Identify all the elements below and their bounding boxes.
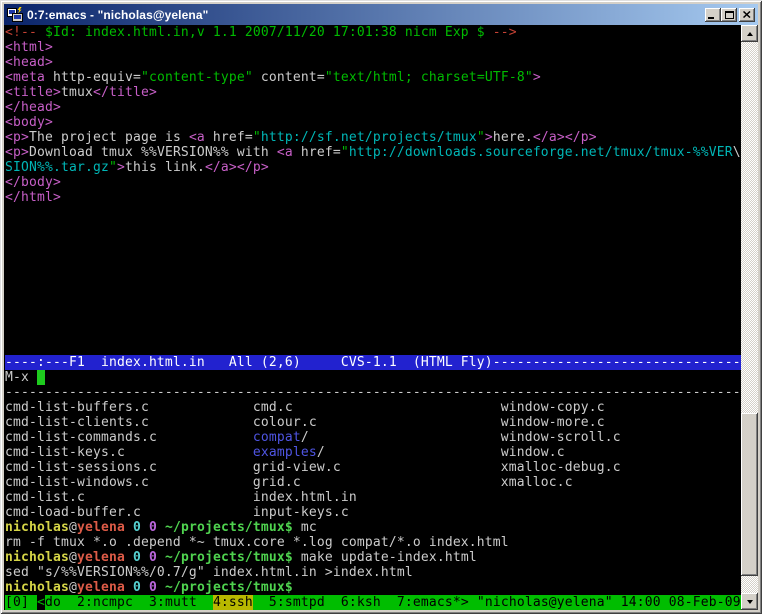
tmux-pane-separator: ----------------------------------------… <box>5 385 741 400</box>
shell-ls-line: cmd-list.c index.html.in <box>5 490 741 505</box>
shell-ls-line: cmd-list-windows.c grid.c xmalloc.c <box>5 475 741 490</box>
emacs-modeline: ----:---F1 index.html.in All (2,6) CVS-1… <box>5 355 741 370</box>
arrow-up-icon <box>747 32 753 36</box>
emacs-empty-line <box>5 325 741 340</box>
shell-prompt-line: nicholas@yelena 0 0 ~/projects/tmux$ mak… <box>5 550 741 565</box>
shell-ls-line: cmd-list-commands.c compat/ window-scrol… <box>5 430 741 445</box>
emacs-empty-line <box>5 220 741 235</box>
titlebar[interactable]: 0:7:emacs - "nicholas@yelena" <box>4 4 758 25</box>
emacs-code-line: <head> <box>5 55 741 70</box>
terminal-window: 0:7:emacs - "nicholas@yelena" <!-- $Id: … <box>0 0 762 614</box>
putty-icon <box>7 7 23 23</box>
maximize-icon <box>725 11 734 19</box>
arrow-down-icon <box>747 600 753 604</box>
close-icon <box>743 11 751 18</box>
emacs-code-line: </html> <box>5 190 741 205</box>
scrollbar[interactable] <box>741 25 758 610</box>
shell-ls-line: cmd-list-keys.c examples/ window.c <box>5 445 741 460</box>
emacs-code-line: <meta http-equiv="content-type" content=… <box>5 70 741 85</box>
emacs-code-line: <p>Download tmux %%VERSION%% with <a hre… <box>5 145 741 160</box>
emacs-minibuffer: M-x <box>5 370 741 385</box>
shell-ls-line: cmd-list-sessions.c grid-view.c xmalloc-… <box>5 460 741 475</box>
emacs-empty-line <box>5 310 741 325</box>
shell-ls-line: cmd-list-clients.c colour.c window-more.… <box>5 415 741 430</box>
putty-icon-front-monitor <box>12 13 23 22</box>
scrollbar-thumb[interactable] <box>741 413 758 576</box>
emacs-empty-line <box>5 340 741 355</box>
emacs-empty-line <box>5 295 741 310</box>
maximize-button[interactable] <box>721 8 737 22</box>
shell-output-line: sed "s/%%VERSION%%/0.7/g" index.html.in … <box>5 565 741 580</box>
client-area: <!-- $Id: index.html.in,v 1.1 2007/11/20… <box>4 25 758 610</box>
shell-output-line: rm -f tmux *.o .depend *~ tmux.core *.lo… <box>5 535 741 550</box>
shell-prompt-line: nicholas@yelena 0 0 ~/projects/tmux$ mc <box>5 520 741 535</box>
emacs-code-line: <body> <box>5 115 741 130</box>
scrollbar-up-button[interactable] <box>741 25 758 42</box>
emacs-empty-line <box>5 235 741 250</box>
tmux-status-bar: [0] <do 2:ncmpc 3:mutt 4:ssh 5:smtpd 6:k… <box>5 595 741 610</box>
emacs-empty-line <box>5 250 741 265</box>
titlebar-buttons <box>705 8 755 22</box>
emacs-empty-line <box>5 265 741 280</box>
emacs-code-line: <title>tmux</title> <box>5 85 741 100</box>
shell-ls-line: cmd-load-buffer.c input-keys.c <box>5 505 741 520</box>
minimize-button[interactable] <box>705 8 721 22</box>
emacs-empty-line <box>5 280 741 295</box>
emacs-code-line: SION%%.tar.gz">this link.</a></p> <box>5 160 741 175</box>
emacs-code-line: <p>The project page is <a href="http://s… <box>5 130 741 145</box>
minimize-icon <box>708 17 714 19</box>
terminal-screen[interactable]: <!-- $Id: index.html.in,v 1.1 2007/11/20… <box>4 25 741 610</box>
emacs-comment-line: <!-- $Id: index.html.in,v 1.1 2007/11/20… <box>5 25 741 40</box>
emacs-code-line: </head> <box>5 100 741 115</box>
window-title: 0:7:emacs - "nicholas@yelena" <box>27 8 705 22</box>
emacs-empty-line <box>5 205 741 220</box>
shell-ls-line: cmd-list-buffers.c cmd.c window-copy.c <box>5 400 741 415</box>
emacs-code-line: <html> <box>5 40 741 55</box>
emacs-code-line: </body> <box>5 175 741 190</box>
close-button[interactable] <box>739 8 755 22</box>
shell-prompt-line: nicholas@yelena 0 0 ~/projects/tmux$ <box>5 580 741 595</box>
terminal-rows: <!-- $Id: index.html.in,v 1.1 2007/11/20… <box>5 25 741 610</box>
scrollbar-down-button[interactable] <box>741 593 758 610</box>
